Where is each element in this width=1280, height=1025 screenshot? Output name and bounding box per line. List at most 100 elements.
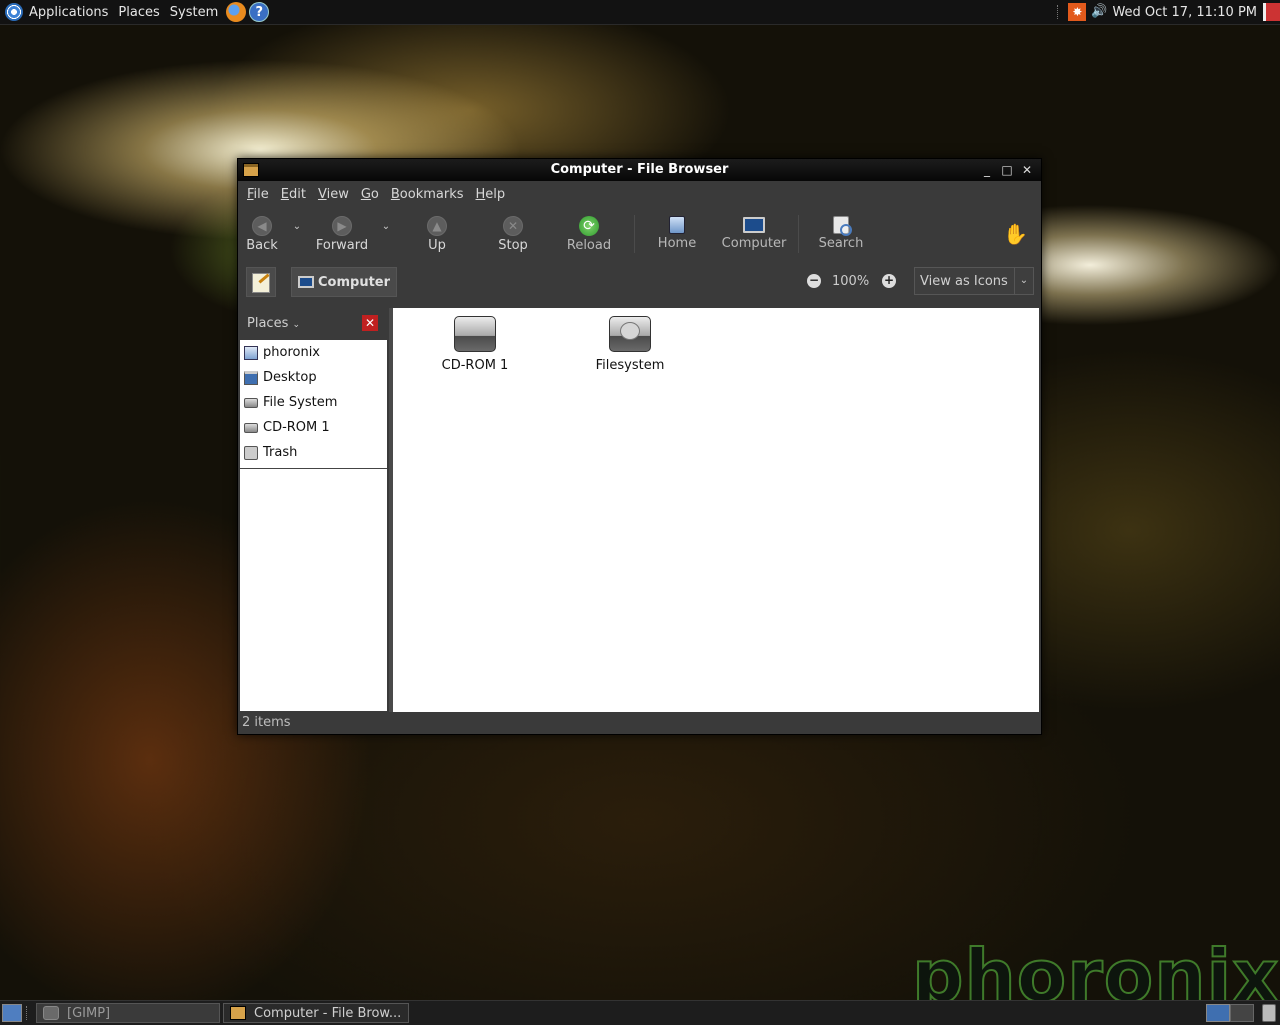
computer-icon	[298, 276, 314, 288]
close-button[interactable]: ✕	[1017, 159, 1037, 181]
menu-edit[interactable]: Edit	[275, 187, 312, 202]
up-arrow-icon: ▲	[427, 216, 447, 236]
stop-label: Stop	[498, 238, 528, 253]
breadcrumb-label: Computer	[318, 274, 391, 290]
breadcrumb-computer[interactable]: Computer	[291, 267, 398, 297]
logout-icon[interactable]	[1263, 3, 1280, 21]
sidebar-divider	[240, 468, 387, 469]
sidebar-item-cdrom[interactable]: CD-ROM 1	[240, 415, 387, 440]
sidebar-item-home[interactable]: phoronix	[240, 340, 387, 365]
chevron-down-icon: ⌄	[1014, 268, 1033, 294]
menu-help[interactable]: Help	[470, 187, 512, 202]
reload-button[interactable]: ⟳ Reload	[559, 211, 619, 259]
sidebar-type-select[interactable]: Places ⌄	[247, 316, 300, 331]
search-icon	[833, 216, 852, 236]
applications-menu[interactable]: Applications	[0, 0, 113, 24]
system-tray: ✸ 🔊 Wed Oct 17, 11:10 PM	[1057, 0, 1280, 24]
trash-icon[interactable]	[1262, 1004, 1276, 1022]
taskbar-item-file-browser[interactable]: Computer - File Brow...	[223, 1003, 409, 1023]
file-item-label: CD-ROM 1	[441, 358, 509, 373]
hard-drive-icon	[244, 397, 258, 408]
forward-button[interactable]: ▶ Forward	[312, 211, 372, 259]
zoom-level[interactable]: 100%	[832, 274, 869, 289]
stop-button[interactable]: ✕ Stop	[483, 211, 543, 259]
folder-icon	[230, 1006, 246, 1020]
menu-bookmarks[interactable]: Bookmarks	[385, 187, 470, 202]
applications-menu-label: Applications	[29, 4, 109, 20]
activity-throbber-icon: ✋	[1003, 222, 1028, 246]
zoom-in-icon[interactable]: +	[882, 274, 896, 288]
forward-label: Forward	[315, 238, 369, 253]
distro-logo-icon	[5, 3, 23, 21]
top-panel: Applications Places System ? ✸ 🔊 Wed Oct…	[0, 0, 1280, 25]
reload-icon: ⟳	[579, 216, 599, 236]
trash-icon	[244, 445, 258, 460]
taskbar-item-gimp[interactable]: [GIMP]	[36, 1003, 220, 1023]
tray-separator	[1057, 5, 1062, 19]
sidebar-item-trash[interactable]: Trash	[240, 440, 387, 465]
status-bar: 2 items	[238, 712, 1041, 734]
back-arrow-icon: ◀	[252, 216, 272, 236]
computer-button[interactable]: Computer	[719, 211, 789, 259]
menu-view[interactable]: View	[312, 187, 355, 202]
toolbar-separator	[634, 215, 635, 253]
sidebar-item-label: Trash	[263, 445, 298, 460]
home-icon	[669, 216, 685, 234]
sidebar-item-label: File System	[263, 395, 338, 410]
home-folder-icon	[244, 345, 258, 360]
cdrom-drive-icon	[454, 316, 496, 352]
sidebar-item-file-system[interactable]: File System	[240, 390, 387, 415]
stop-icon: ✕	[503, 216, 523, 236]
workspace-1[interactable]	[1206, 1004, 1230, 1022]
file-browser-window: Computer - File Browser _ □ ✕ File Edit …	[237, 158, 1042, 735]
menu-file[interactable]: File	[241, 187, 275, 202]
view-mode-select[interactable]: View as Icons ⌄	[914, 267, 1034, 295]
toggle-location-entry-button[interactable]	[246, 267, 276, 297]
cdrom-drive-icon	[244, 422, 258, 433]
clock[interactable]: Wed Oct 17, 11:10 PM	[1112, 5, 1257, 20]
phoronix-watermark: phoronix	[911, 934, 1280, 1018]
zoom-out-icon[interactable]: −	[807, 274, 821, 288]
system-menu[interactable]: System	[165, 0, 223, 24]
home-button[interactable]: Home	[647, 211, 707, 259]
file-item-label: Filesystem	[595, 358, 665, 373]
volume-icon[interactable]: 🔊	[1090, 3, 1108, 21]
search-button[interactable]: Search	[811, 211, 871, 259]
places-menu[interactable]: Places	[113, 0, 164, 24]
view-mode-label: View as Icons	[920, 273, 1008, 289]
update-notifier-icon[interactable]: ✸	[1068, 3, 1087, 21]
file-view[interactable]: CD-ROM 1 Filesystem	[393, 308, 1039, 712]
search-label: Search	[818, 236, 864, 251]
places-list: phoronix Desktop File System CD-ROM 1 Tr…	[240, 340, 387, 711]
window-titlebar[interactable]: Computer - File Browser _ □ ✕	[238, 159, 1041, 181]
minimize-button[interactable]: _	[977, 159, 997, 181]
notepad-icon	[252, 273, 270, 293]
up-label: Up	[428, 238, 446, 253]
home-label: Home	[657, 236, 697, 251]
file-item-filesystem[interactable]: Filesystem	[575, 316, 685, 373]
sidebar-item-desktop[interactable]: Desktop	[240, 365, 387, 390]
desktop-icon	[244, 370, 258, 385]
sidebar-item-label: CD-ROM 1	[263, 420, 330, 435]
up-button[interactable]: ▲ Up	[407, 211, 467, 259]
sidebar-item-label: phoronix	[263, 345, 321, 360]
hard-drive-icon	[609, 316, 651, 352]
forward-history-dropdown[interactable]: ⌄	[379, 217, 393, 237]
bottom-panel: [GIMP] Computer - File Brow...	[0, 1000, 1280, 1025]
workspace-2[interactable]	[1230, 1004, 1254, 1022]
back-history-dropdown[interactable]: ⌄	[290, 217, 304, 237]
window-title: Computer - File Browser	[550, 162, 729, 177]
help-icon[interactable]: ?	[249, 2, 270, 22]
maximize-button[interactable]: □	[997, 159, 1017, 181]
back-button[interactable]: ◀ Back	[232, 211, 292, 259]
close-sidebar-icon[interactable]: ✕	[362, 315, 378, 331]
reload-label: Reload	[566, 238, 612, 253]
menubar: File Edit View Go Bookmarks Help	[238, 181, 1041, 207]
location-bar: Computer − 100% + View as Icons ⌄	[238, 263, 1041, 301]
menu-go[interactable]: Go	[355, 187, 385, 202]
file-item-cdrom[interactable]: CD-ROM 1	[420, 316, 530, 373]
computer-icon	[743, 217, 765, 233]
show-desktop-icon[interactable]	[2, 1004, 22, 1022]
firefox-icon[interactable]	[226, 2, 247, 22]
panel-grip[interactable]	[26, 1006, 31, 1020]
